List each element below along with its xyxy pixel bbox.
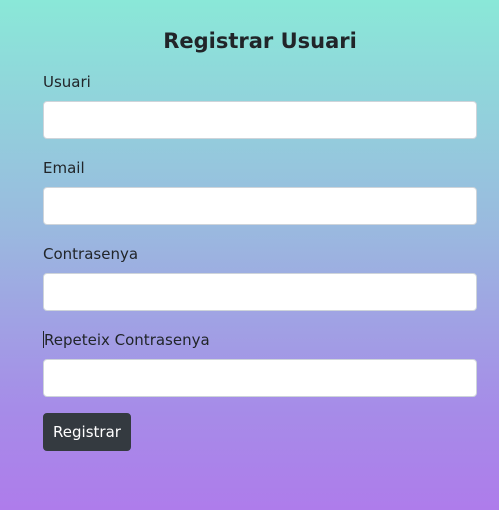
username-label: Usuari <box>43 73 91 91</box>
repeat-password-label: Repeteix Contrasenya <box>44 331 210 349</box>
email-input[interactable] <box>43 187 477 225</box>
repeat-password-input[interactable] <box>43 359 477 397</box>
password-input[interactable] <box>43 273 477 311</box>
register-button[interactable]: Registrar <box>43 413 131 451</box>
repeat-password-label-wrap: Repeteix Contrasenya <box>43 331 210 349</box>
password-label: Contrasenya <box>43 245 139 263</box>
email-label: Email <box>43 159 85 177</box>
form-title: Registrar Usuari <box>163 29 357 53</box>
username-input[interactable] <box>43 101 477 139</box>
